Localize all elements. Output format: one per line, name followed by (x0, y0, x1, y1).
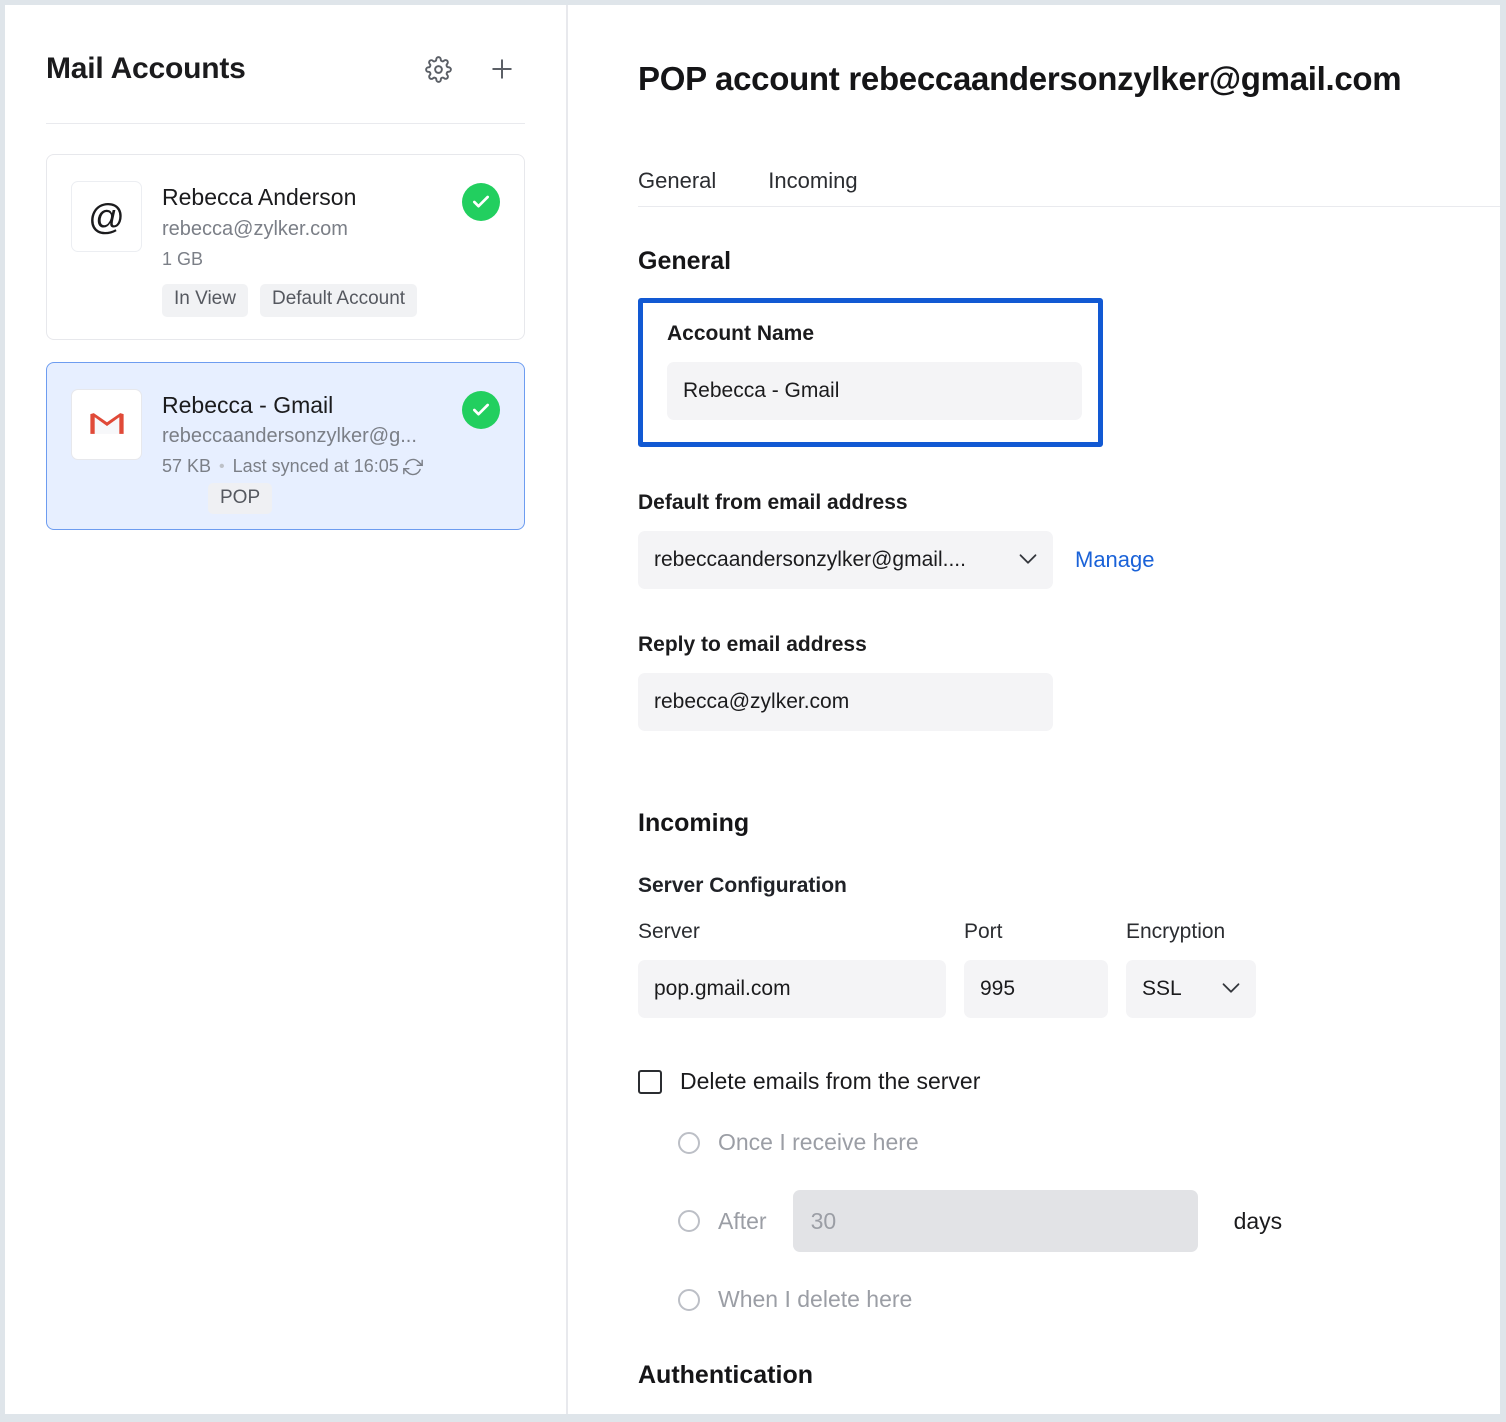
account-size: 57 KB (162, 456, 211, 477)
radio-when-i-delete-here[interactable] (678, 1289, 700, 1311)
page-title: POP account rebeccaandersonzylker@gmail.… (638, 60, 1500, 98)
verified-check-icon (462, 391, 500, 429)
refresh-icon[interactable] (403, 457, 423, 477)
server-column-header: Server (638, 920, 946, 944)
tab-incoming[interactable]: Incoming (768, 170, 857, 192)
verified-check-icon (462, 183, 500, 221)
encryption-column-header: Encryption (1126, 920, 1256, 944)
account-name: Rebecca Anderson (162, 183, 500, 212)
delete-option-when-i-delete-here[interactable]: When I delete here (638, 1286, 1500, 1313)
days-suffix-label: days (1234, 1208, 1283, 1235)
encryption-column: Encryption SSL (1126, 920, 1256, 1018)
default-from-field-group: Default from email address rebeccaanders… (638, 491, 1500, 589)
gear-icon[interactable] (421, 52, 455, 86)
radio-once-i-receive-here[interactable] (678, 1132, 700, 1154)
last-synced-text: Last synced at 16:05 (233, 456, 399, 477)
account-badges: POP (208, 487, 272, 510)
mail-accounts-settings-window: Mail Accounts (0, 0, 1506, 1422)
account-card-rebecca-gmail[interactable]: Rebecca - Gmail rebeccaandersonzylker@g.… (46, 362, 525, 531)
delete-option-after-days[interactable]: After 30 days (638, 1190, 1500, 1252)
encryption-select[interactable]: SSL (1126, 960, 1256, 1018)
radio-after[interactable] (678, 1210, 700, 1232)
server-configuration-grid: Server pop.gmail.com Port 995 Encryption… (638, 920, 1500, 1018)
server-input[interactable]: pop.gmail.com (638, 960, 946, 1018)
meta-separator: • (219, 458, 225, 476)
sidebar-header: Mail Accounts (46, 5, 525, 123)
section-heading-incoming: Incoming (638, 809, 1500, 838)
server-column: Server pop.gmail.com (638, 920, 946, 1018)
badge-default-account: Default Account (260, 284, 417, 317)
tab-general[interactable]: General (638, 170, 716, 192)
reply-to-label: Reply to email address (638, 633, 1500, 657)
account-email: rebeccaandersonzylker@g... (162, 425, 500, 448)
server-configuration-title: Server Configuration (638, 874, 1500, 898)
mail-accounts-sidebar: Mail Accounts (5, 5, 568, 1414)
encryption-value: SSL (1142, 977, 1182, 1001)
account-size: 1 GB (162, 249, 500, 270)
account-email: rebecca@zylker.com (162, 218, 500, 241)
gmail-icon (71, 389, 142, 460)
radio-label-when-i-delete-here: When I delete here (718, 1286, 912, 1313)
sidebar-divider (46, 123, 525, 124)
plus-icon[interactable] (485, 52, 519, 86)
authentication-title: Authentication (638, 1361, 1500, 1390)
badge-pop: POP (208, 483, 272, 514)
account-card-rebecca-anderson[interactable]: @ Rebecca Anderson rebecca@zylker.com 1 … (46, 154, 525, 340)
default-from-value: rebeccaandersonzylker@gmail.... (654, 548, 966, 572)
account-name-label: Account Name (667, 322, 1078, 346)
account-name-input[interactable]: Rebecca - Gmail (667, 362, 1082, 420)
delete-emails-checkbox[interactable] (638, 1070, 662, 1094)
manage-link[interactable]: Manage (1075, 547, 1155, 573)
badge-in-view: In View (162, 284, 248, 317)
sidebar-actions (421, 52, 525, 86)
delete-option-once-i-receive-here[interactable]: Once I receive here (638, 1129, 1500, 1156)
port-input[interactable]: 995 (964, 960, 1108, 1018)
reply-to-field-group: Reply to email address rebecca@zylker.co… (638, 633, 1500, 731)
days-input[interactable]: 30 (793, 1190, 1198, 1252)
section-heading-general: General (638, 247, 1500, 276)
chevron-down-icon (1212, 979, 1240, 999)
delete-emails-checkbox-row[interactable]: Delete emails from the server (638, 1068, 1500, 1095)
port-column: Port 995 (964, 920, 1108, 1018)
account-name-field-group: Account Name Rebecca - Gmail (638, 298, 1103, 447)
default-from-label: Default from email address (638, 491, 1500, 515)
delete-emails-label: Delete emails from the server (680, 1068, 980, 1095)
at-icon: @ (71, 181, 142, 252)
reply-to-input[interactable]: rebecca@zylker.com (638, 673, 1053, 731)
default-from-select[interactable]: rebeccaandersonzylker@gmail.... (638, 531, 1053, 589)
chevron-down-icon (1009, 550, 1037, 570)
account-settings-panel: POP account rebeccaandersonzylker@gmail.… (568, 5, 1500, 1414)
port-column-header: Port (964, 920, 1108, 944)
radio-label-once-i-receive-here: Once I receive here (718, 1129, 919, 1156)
account-sync-info: 57 KB • Last synced at 16:05 (162, 456, 500, 477)
radio-label-after: After (718, 1208, 767, 1235)
account-name: Rebecca - Gmail (162, 391, 500, 420)
settings-tabs: General Incoming (638, 170, 1500, 207)
sidebar-title: Mail Accounts (46, 52, 246, 86)
account-badges: In View Default Account (162, 284, 500, 317)
